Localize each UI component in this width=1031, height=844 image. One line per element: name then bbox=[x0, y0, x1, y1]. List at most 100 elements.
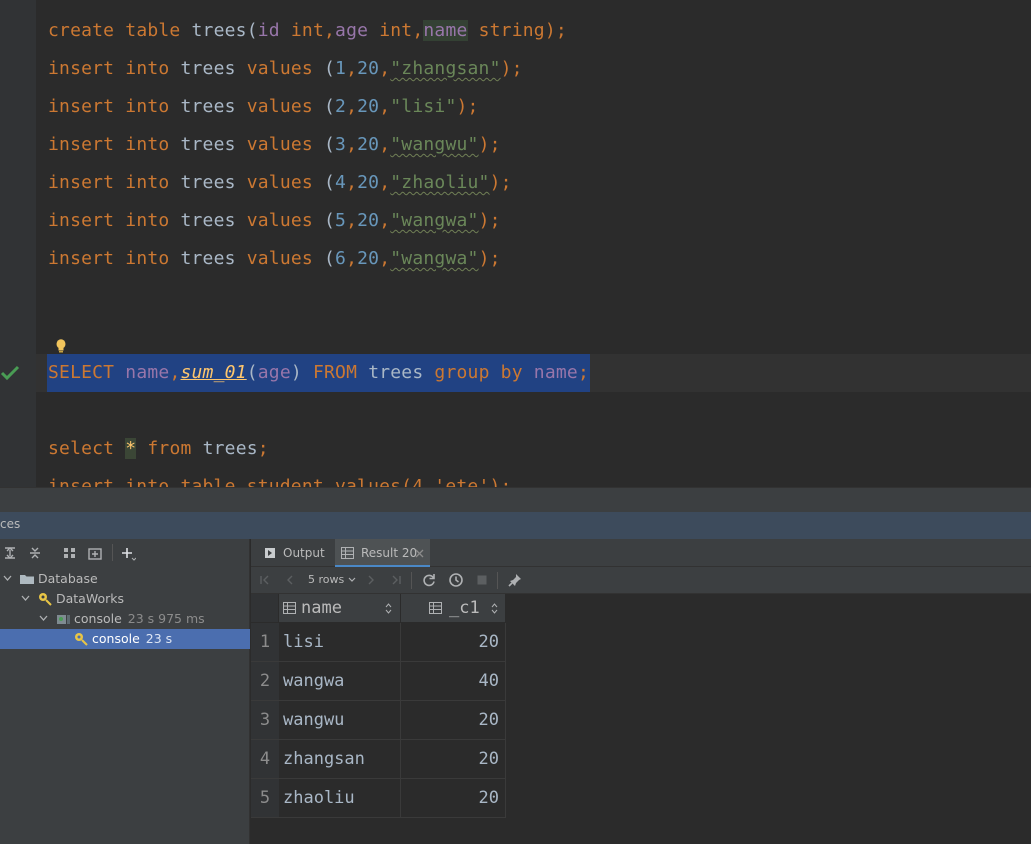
stop-icon[interactable] bbox=[474, 572, 490, 588]
sort-icon[interactable] bbox=[385, 603, 392, 614]
grid-cell[interactable]: zhaoliu bbox=[279, 779, 401, 818]
column-header-name[interactable]: name bbox=[279, 594, 401, 623]
tree-label: DataWorks bbox=[56, 591, 125, 606]
column-identifier: id bbox=[257, 20, 280, 41]
tab-label: Output bbox=[283, 546, 325, 560]
code-line-insert[interactable]: insert into trees values (3,20,"wangwu")… bbox=[48, 126, 501, 164]
code-line-insert[interactable]: insert into trees values (5,20,"wangwa")… bbox=[48, 202, 501, 240]
code-line-select-all[interactable]: select * from trees; bbox=[48, 430, 269, 468]
code-line-partial[interactable]: insert into table student values(4,'ete'… bbox=[48, 468, 512, 487]
history-icon[interactable] bbox=[448, 572, 464, 588]
number-literal: 20 bbox=[357, 172, 380, 193]
last-page-icon[interactable] bbox=[388, 572, 404, 588]
code-line-create-table[interactable]: create table trees(id int,age int,name s… bbox=[48, 12, 567, 50]
duration-text: 23 s 975 ms bbox=[127, 611, 205, 626]
panel-splitter[interactable] bbox=[0, 487, 1031, 512]
rows-count-label: 5 rows bbox=[308, 573, 345, 586]
semicolon: ; bbox=[257, 438, 269, 459]
tree-item-console-session[interactable]: console 23 s bbox=[0, 629, 250, 649]
keyword: insert bbox=[48, 172, 115, 193]
keyword: into bbox=[125, 172, 170, 193]
result-toolbar: 5 rows bbox=[251, 567, 1031, 594]
add-icon[interactable] bbox=[120, 545, 136, 561]
number-literal: 20 bbox=[357, 210, 380, 231]
string-literal: "wangwa" bbox=[390, 210, 479, 231]
lightbulb-icon[interactable] bbox=[54, 338, 68, 354]
tree-item-database[interactable]: Database bbox=[0, 569, 250, 589]
chevron-down-icon[interactable] bbox=[3, 575, 12, 582]
keyword: from bbox=[147, 438, 192, 459]
grid-cell[interactable]: zhangsan bbox=[279, 740, 401, 779]
row-number: 5 bbox=[251, 779, 279, 818]
code-line-insert[interactable]: insert into trees values (6,20,"wangwa")… bbox=[48, 240, 501, 278]
grid-cell[interactable]: 20 bbox=[401, 701, 506, 740]
number-literal: 4 bbox=[335, 172, 347, 193]
number-literal: 20 bbox=[357, 134, 380, 155]
tree-item-console[interactable]: console 23 s 975 ms bbox=[0, 609, 250, 629]
code-line-insert[interactable]: insert into trees values (1,20,"zhangsan… bbox=[48, 50, 523, 88]
editor-gutter bbox=[0, 0, 36, 487]
number-literal: 5 bbox=[335, 210, 347, 231]
code-line-insert[interactable]: insert into trees values (2,20,"lisi"); bbox=[48, 88, 479, 126]
chevron-down-icon[interactable] bbox=[21, 595, 30, 602]
tab-result[interactable]: Result 20 bbox=[335, 539, 430, 567]
grid-cell[interactable]: 20 bbox=[401, 740, 506, 779]
sql-editor[interactable]: create table trees(id int,age int,name s… bbox=[0, 0, 1031, 487]
grid-cell[interactable]: wangwa bbox=[279, 662, 401, 701]
keyword: SELECT bbox=[48, 362, 115, 383]
keyword: insert bbox=[48, 58, 115, 79]
new-tab-icon[interactable] bbox=[87, 545, 103, 561]
grid-cell[interactable]: lisi bbox=[279, 623, 401, 662]
tree-item-dataworks[interactable]: DataWorks bbox=[0, 589, 250, 609]
rows-count-select[interactable]: 5 rows bbox=[308, 573, 356, 586]
keyword: select bbox=[48, 438, 115, 459]
result-panel: Output Result 20 5 rows name _c1 1 lisi … bbox=[251, 539, 1031, 844]
function-call: sum_01 bbox=[180, 362, 247, 383]
keyword: into bbox=[125, 134, 170, 155]
grid-cell[interactable]: 40 bbox=[401, 662, 506, 701]
collapse-all-icon[interactable] bbox=[27, 545, 43, 561]
keyword: insert bbox=[48, 134, 115, 155]
sort-icon[interactable] bbox=[491, 603, 498, 614]
table-identifier: trees bbox=[180, 172, 236, 193]
grid-cell[interactable]: 20 bbox=[401, 779, 506, 818]
first-page-icon[interactable] bbox=[257, 572, 273, 588]
code-line-select-selected[interactable]: SELECT name,sum_01(age) FROM trees group… bbox=[47, 354, 590, 392]
previous-page-icon[interactable] bbox=[282, 572, 298, 588]
table-identifier: trees bbox=[180, 210, 236, 231]
services-tree-panel: Database DataWorks console 23 s 975 ms co… bbox=[0, 539, 250, 844]
row-number: 2 bbox=[251, 662, 279, 701]
column-identifier-highlighted: name bbox=[423, 20, 468, 41]
services-title: ces bbox=[0, 517, 21, 531]
tab-output[interactable]: Output bbox=[259, 539, 335, 567]
chevron-down-icon[interactable] bbox=[39, 615, 48, 622]
code-line-insert[interactable]: insert into trees values (4,20,"zhaoliu"… bbox=[48, 164, 512, 202]
refresh-icon[interactable] bbox=[421, 572, 437, 588]
keyword: values bbox=[246, 210, 313, 231]
folder-icon bbox=[20, 575, 34, 584]
keyword: insert bbox=[48, 248, 115, 269]
keyword: into bbox=[125, 58, 170, 79]
tree-label: console 23 s bbox=[92, 629, 172, 649]
table-identifier: trees bbox=[180, 58, 236, 79]
string-literal: "zhaoliu" bbox=[390, 172, 490, 193]
tab-label: Result 20 bbox=[361, 546, 418, 560]
grid-cell[interactable]: wangwu bbox=[279, 701, 401, 740]
keyword: values bbox=[246, 134, 313, 155]
keyword: by bbox=[500, 362, 523, 383]
grid-cell[interactable]: 20 bbox=[401, 623, 506, 662]
pin-icon[interactable] bbox=[507, 572, 523, 588]
keyword: insert bbox=[48, 210, 115, 231]
expand-all-icon[interactable] bbox=[2, 545, 18, 561]
checkmark-icon bbox=[0, 365, 20, 381]
keyword: FROM bbox=[312, 362, 358, 383]
group-by-icon[interactable] bbox=[62, 545, 78, 561]
paren-semicolon: ); bbox=[544, 20, 567, 41]
tree-label: Database bbox=[38, 571, 98, 586]
next-page-icon[interactable] bbox=[363, 572, 379, 588]
column-header-c1[interactable]: _c1 bbox=[401, 594, 506, 623]
close-icon[interactable] bbox=[415, 549, 424, 558]
type-keyword: int bbox=[379, 20, 413, 41]
console-icon bbox=[57, 615, 70, 624]
keyword: into bbox=[125, 210, 170, 231]
